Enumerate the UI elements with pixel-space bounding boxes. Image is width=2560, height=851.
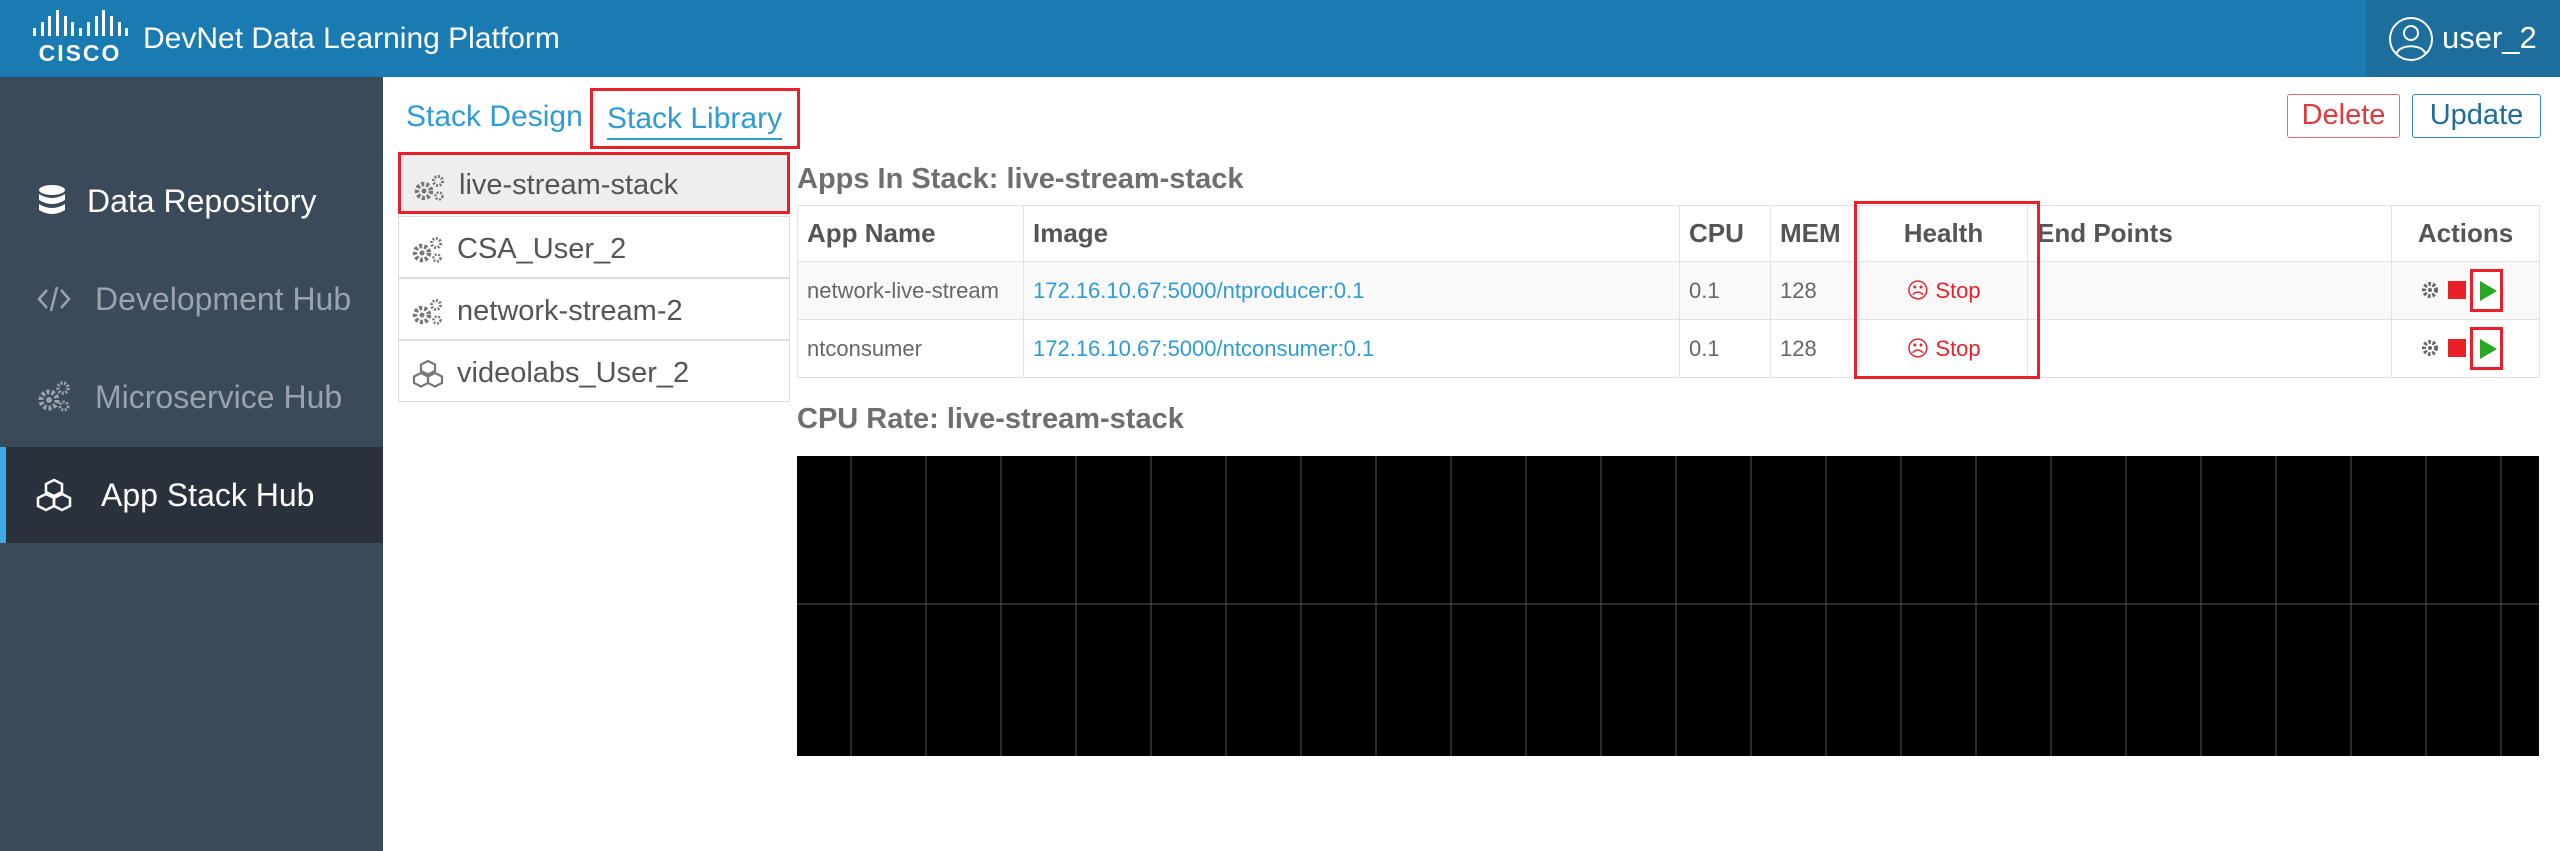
- logo-bar: [79, 28, 83, 36]
- cpu-section-title: CPU Rate: live-stream-stack: [797, 403, 1184, 435]
- sidebar-item-label: Microservice Hub: [95, 379, 343, 415]
- stack-item-label: live-stream-stack: [459, 169, 679, 201]
- tab-stack-library[interactable]: Stack Library: [590, 88, 800, 149]
- gears-icon: [414, 175, 444, 201]
- top-bar: CISCO DevNet Data Learning Platform user…: [0, 0, 2560, 77]
- sidebar-item-label: Data Repository: [87, 183, 317, 219]
- code-icon: [37, 286, 71, 312]
- play-icon: [2480, 339, 2497, 359]
- mem-cell: 128: [1770, 319, 1860, 378]
- settings-gear-icon[interactable]: [2420, 280, 2440, 300]
- cpu-cell: 0.1: [1679, 319, 1771, 378]
- end-points-cell: [2027, 319, 2392, 378]
- active-indicator: [0, 447, 6, 543]
- sidebar-item-label: App Stack Hub: [101, 477, 315, 513]
- stack-item-label: CSA_User_2: [457, 233, 627, 265]
- logo-bar: [56, 10, 60, 36]
- logo-bar: [125, 28, 129, 36]
- logo-bar: [94, 16, 98, 36]
- stack-item-csa-user-2[interactable]: CSA_User_2: [398, 216, 790, 278]
- cisco-logo-bars: [30, 10, 130, 36]
- cpu-cell: 0.1: [1679, 261, 1771, 320]
- database-icon: [39, 185, 65, 214]
- start-button[interactable]: [2470, 269, 2503, 312]
- delete-button[interactable]: Delete: [2287, 94, 2400, 138]
- settings-gear-icon[interactable]: [2420, 338, 2440, 358]
- user-name: user_2: [2442, 20, 2537, 55]
- column-header: App Name: [797, 205, 1024, 262]
- frown-icon: ☹: [1906, 277, 1930, 303]
- table-header-row: App Name Image CPU MEM Health End Points…: [797, 205, 2540, 262]
- update-button[interactable]: Update: [2412, 94, 2541, 138]
- logo-bar: [33, 28, 36, 36]
- logo-bar: [48, 16, 52, 36]
- stack-item-network-stream-2[interactable]: network-stream-2: [398, 278, 790, 340]
- mem-cell: 128: [1770, 261, 1860, 320]
- health-cell: ☹ Stop: [1859, 261, 2028, 320]
- image-link[interactable]: 172.16.10.67:5000/ntconsumer:0.1: [1033, 336, 1374, 361]
- logo-bar: [86, 22, 90, 36]
- health-cell: ☹ Stop: [1859, 319, 2028, 378]
- column-header: Health: [1859, 205, 2028, 262]
- user-menu[interactable]: user_2: [2366, 0, 2560, 77]
- cisco-logo: CISCO: [30, 10, 130, 67]
- sidebar-item-development-hub[interactable]: Development Hub: [0, 251, 383, 347]
- app-name-cell: network-live-stream: [797, 261, 1024, 320]
- health-status: Stop: [1935, 277, 1981, 303]
- stack-item-videolabs-user-2[interactable]: videolabs_User_2: [398, 340, 790, 402]
- sidebar: Data Repository Development Hub Microser…: [0, 77, 383, 851]
- stack-item-live-stream-stack[interactable]: live-stream-stack: [398, 152, 790, 214]
- image-link[interactable]: 172.16.10.67:5000/ntproducer:0.1: [1033, 278, 1365, 303]
- gears-icon: [412, 237, 442, 263]
- cpu-rate-chart: [797, 456, 2539, 756]
- sidebar-item-data-repository[interactable]: Data Repository: [0, 153, 383, 249]
- sidebar-item-app-stack-hub[interactable]: App Stack Hub: [0, 447, 383, 543]
- sidebar-item-microservice-hub[interactable]: Microservice Hub: [0, 349, 383, 445]
- start-button[interactable]: [2470, 327, 2503, 370]
- cubes-icon: [412, 360, 444, 388]
- stack-item-label: network-stream-2: [457, 295, 683, 327]
- column-header: MEM: [1770, 205, 1860, 262]
- logo-bar: [102, 10, 106, 36]
- column-header: End Points: [2027, 205, 2392, 262]
- cubes-icon: [36, 478, 72, 512]
- stop-button[interactable]: [2448, 281, 2466, 299]
- gears-icon: [412, 299, 442, 325]
- stack-item-label: videolabs_User_2: [457, 357, 690, 389]
- app-name-cell: ntconsumer: [797, 319, 1024, 378]
- gears-icon: [38, 381, 70, 412]
- logo-bar: [109, 16, 113, 36]
- user-avatar-icon: [2389, 17, 2433, 61]
- logo-bar: [63, 16, 67, 36]
- image-cell: 172.16.10.67:5000/ntproducer:0.1: [1023, 261, 1680, 320]
- logo-bar: [40, 22, 44, 36]
- health-status: Stop: [1935, 335, 1981, 361]
- app-title: DevNet Data Learning Platform: [143, 22, 560, 55]
- column-header: CPU: [1679, 205, 1771, 262]
- logo-bar: [71, 22, 75, 36]
- column-header: Image: [1023, 205, 1680, 262]
- play-icon: [2480, 281, 2497, 301]
- end-points-cell: [2027, 261, 2392, 320]
- actions-cell: [2391, 261, 2540, 320]
- table-row: ntconsumer 172.16.10.67:5000/ntconsumer:…: [797, 319, 2540, 378]
- cisco-logo-text: CISCO: [38, 40, 122, 66]
- tab-stack-library-label: Stack Library: [607, 102, 783, 140]
- column-header: Actions: [2391, 205, 2540, 262]
- tab-stack-design[interactable]: Stack Design: [406, 100, 583, 134]
- apps-section-title: Apps In Stack: live-stream-stack: [797, 163, 1244, 195]
- logo-bar: [117, 22, 121, 36]
- apps-table: App Name Image CPU MEM Health End Points…: [797, 205, 2540, 378]
- stop-button[interactable]: [2448, 339, 2466, 357]
- image-cell: 172.16.10.67:5000/ntconsumer:0.1: [1023, 319, 1680, 378]
- actions-cell: [2391, 319, 2540, 378]
- sidebar-item-label: Development Hub: [95, 281, 352, 317]
- frown-icon: ☹: [1906, 335, 1930, 361]
- table-row: network-live-stream 172.16.10.67:5000/nt…: [797, 261, 2540, 320]
